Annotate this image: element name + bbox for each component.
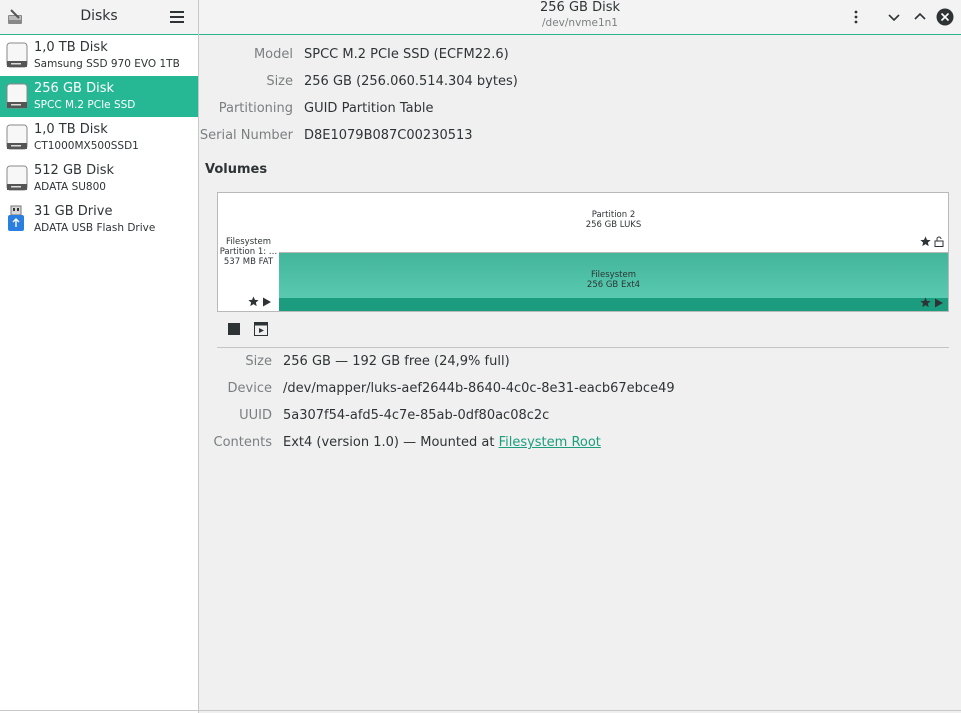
disk-model: ADATA SU800 <box>34 181 106 193</box>
model-label: Model <box>253 47 293 62</box>
uuid-value: 5a307f54-afd5-4c7e-85ab-0df80ac08c2c <box>283 408 550 423</box>
sidebar-title: Disks <box>80 8 118 24</box>
disk-name: 256 GB Disk <box>34 81 114 96</box>
menu-icon[interactable] <box>170 9 184 23</box>
play-icon <box>935 298 943 308</box>
more-options-icon[interactable] <box>847 8 865 26</box>
main-header: 256 GB Disk /dev/nvme1n1 <box>199 0 961 35</box>
uuid-label: UUID <box>239 408 272 423</box>
contents-text: Ext4 (version 1.0) — Mounted at <box>283 435 499 450</box>
disk-name: 1,0 TB Disk <box>34 122 108 137</box>
divider <box>217 347 949 348</box>
hard-disk-icon <box>6 124 28 150</box>
sidebar-item-disk-2[interactable]: 256 GB Disk SPCC M.2 PCIe SSD <box>0 76 198 117</box>
partition-1-line2: Partition 1: … <box>219 247 278 257</box>
hard-disk-icon <box>6 165 28 191</box>
sidebar-header: Disks <box>0 0 198 35</box>
usb-drive-icon <box>8 205 24 231</box>
sidebar-item-disk-4[interactable]: 512 GB Disk ADATA SU800 <box>0 158 198 199</box>
device-value: /dev/mapper/luks-aef2644b-8640-4c0c-8e31… <box>283 381 675 396</box>
maximize-icon[interactable] <box>911 8 929 26</box>
contents-label: Contents <box>213 435 272 450</box>
size-label: Size <box>266 74 293 89</box>
serial-number-label: Serial Number <box>199 128 293 143</box>
partition-1-line1: Filesystem <box>226 237 271 247</box>
sidebar-item-disk-1[interactable]: 1,0 TB Disk Samsung SSD 970 EVO 1TB <box>0 35 198 76</box>
partition-1-line3: 537 MB FAT <box>223 257 274 267</box>
hard-disk-icon <box>6 42 28 68</box>
volume-size-label: Size <box>245 354 272 369</box>
device-label: Device <box>227 381 272 396</box>
filesystem-root-link[interactable]: Filesystem Root <box>499 435 601 450</box>
partition-1-block[interactable]: Filesystem Partition 1: … 537 MB FAT <box>218 193 280 311</box>
disk-model: Samsung SSD 970 EVO 1TB <box>34 58 180 70</box>
partition-2-line1: Partition 2 <box>591 210 636 220</box>
star-icon <box>920 236 931 247</box>
filesystem-block[interactable]: Filesystem 256 GB Ext4 <box>279 253 948 311</box>
size-value: 256 GB (256.060.514.304 bytes) <box>304 74 518 89</box>
disk-model: SPCC M.2 PCIe SSD <box>34 99 136 111</box>
play-icon <box>263 297 271 307</box>
unlocked-icon <box>934 236 944 247</box>
minimize-icon[interactable] <box>885 8 903 26</box>
disk-name: 1,0 TB Disk <box>34 40 108 55</box>
partition-2-line2: 256 GB LUKS <box>585 220 642 230</box>
disk-model: ADATA USB Flash Drive <box>34 222 156 234</box>
volumes-heading: Volumes <box>205 162 268 177</box>
sidebar-item-drive-5[interactable]: 31 GB Drive ADATA USB Flash Drive <box>0 199 198 240</box>
disk-name: 31 GB Drive <box>34 204 113 219</box>
sidebar: Disks 1,0 TB Disk Samsung SSD 970 EVO 1T… <box>0 0 199 713</box>
volume-map: Filesystem Partition 1: … 537 MB FAT Par… <box>217 192 949 312</box>
serial-number-value: D8E1079B087C00230513 <box>304 128 473 143</box>
sidebar-item-disk-3[interactable]: 1,0 TB Disk CT1000MX500SSD1 <box>0 117 198 158</box>
partitioning-label: Partitioning <box>218 101 293 116</box>
close-icon[interactable] <box>936 8 954 26</box>
unmount-button[interactable] <box>228 323 240 335</box>
volume-size-value: 256 GB — 192 GB free (24,9% full) <box>283 354 510 369</box>
filesystem-usage-strip <box>279 298 948 311</box>
partitioning-value: GUID Partition Table <box>304 101 434 116</box>
star-icon <box>920 297 931 308</box>
main-panel: 256 GB Disk /dev/nvme1n1 Model SPCC M.2 … <box>199 0 961 713</box>
filesystem-line1: Filesystem <box>591 270 636 280</box>
disk-model: CT1000MX500SSD1 <box>34 140 139 152</box>
model-value: SPCC M.2 PCIe SSD (ECFM22.6) <box>304 47 509 62</box>
volume-options-icon[interactable] <box>254 322 268 336</box>
star-icon <box>248 296 259 307</box>
filesystem-line2: 256 GB Ext4 <box>586 280 641 290</box>
contents-value: Ext4 (version 1.0) — Mounted at Filesyst… <box>283 435 601 450</box>
partition-2-block[interactable]: Partition 2 256 GB LUKS <box>279 193 948 253</box>
window-bottom-border <box>0 710 961 711</box>
disk-name: 512 GB Disk <box>34 163 114 178</box>
hard-disk-icon <box>6 83 28 109</box>
